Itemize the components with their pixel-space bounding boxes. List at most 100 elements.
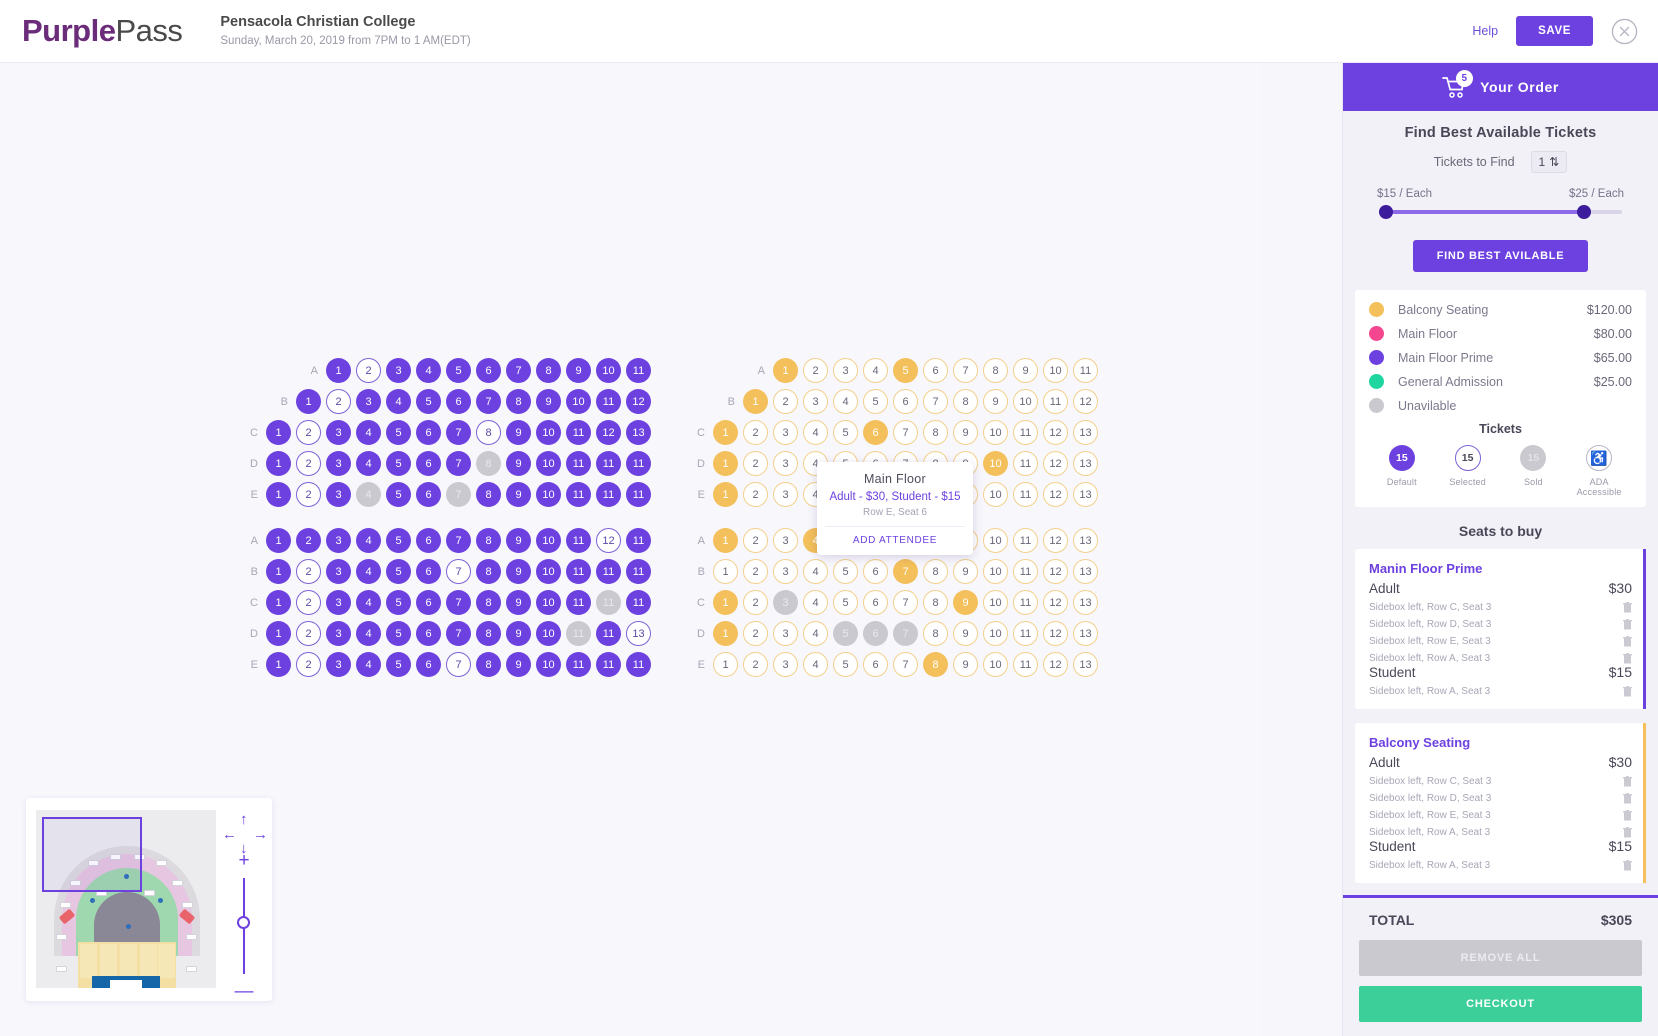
- seat[interactable]: 10: [536, 590, 561, 615]
- seat[interactable]: 7: [893, 420, 918, 445]
- pan-arrows-icon[interactable]: ↑ ↓ ← →: [222, 812, 268, 856]
- seat[interactable]: 8: [536, 358, 561, 383]
- seat[interactable]: 9: [506, 652, 531, 677]
- seat[interactable]: 12: [1043, 652, 1068, 677]
- seat[interactable]: 2: [743, 621, 768, 646]
- tickets-to-find-stepper[interactable]: 1 ⇅: [1530, 151, 1568, 173]
- seat[interactable]: 10: [983, 621, 1008, 646]
- seat[interactable]: 2: [296, 482, 321, 507]
- seat[interactable]: 13: [1073, 621, 1098, 646]
- seat[interactable]: 12: [1043, 559, 1068, 584]
- seat[interactable]: 6: [476, 358, 501, 383]
- seat[interactable]: 7: [446, 590, 471, 615]
- seat[interactable]: 4: [416, 358, 441, 383]
- seat[interactable]: 1: [773, 358, 798, 383]
- seat[interactable]: 11: [566, 482, 591, 507]
- seat[interactable]: 8: [923, 621, 948, 646]
- seat[interactable]: 8: [476, 559, 501, 584]
- seat[interactable]: 11: [1013, 652, 1038, 677]
- seat[interactable]: 8: [923, 590, 948, 615]
- seat[interactable]: 1: [326, 358, 351, 383]
- seat[interactable]: 9: [506, 621, 531, 646]
- seat[interactable]: 9: [953, 621, 978, 646]
- seat[interactable]: 5: [833, 590, 858, 615]
- seat[interactable]: 7: [893, 652, 918, 677]
- seat[interactable]: 10: [536, 482, 561, 507]
- seat[interactable]: 12: [596, 528, 621, 553]
- seat[interactable]: 1: [713, 621, 738, 646]
- seat[interactable]: 11: [1013, 621, 1038, 646]
- seat[interactable]: 10: [1013, 389, 1038, 414]
- delete-seat-icon[interactable]: [1623, 619, 1632, 630]
- seat[interactable]: 8: [923, 559, 948, 584]
- zoom-slider-track[interactable]: [237, 878, 251, 974]
- seat[interactable]: 9: [506, 590, 531, 615]
- zoom-out-button[interactable]: —: [235, 982, 254, 1001]
- seat[interactable]: 3: [773, 482, 798, 507]
- seat[interactable]: 10: [983, 528, 1008, 553]
- seat[interactable]: 10: [983, 420, 1008, 445]
- seat[interactable]: 4: [356, 451, 381, 476]
- seat[interactable]: 6: [416, 528, 441, 553]
- seat[interactable]: 2: [296, 420, 321, 445]
- seat[interactable]: 6: [923, 358, 948, 383]
- seat[interactable]: 2: [296, 559, 321, 584]
- seat[interactable]: 1: [743, 389, 768, 414]
- seat[interactable]: 10: [983, 451, 1008, 476]
- seat[interactable]: 1: [296, 389, 321, 414]
- seat[interactable]: 3: [773, 420, 798, 445]
- seat[interactable]: 13: [626, 420, 651, 445]
- seat[interactable]: 11: [566, 528, 591, 553]
- seat[interactable]: 1: [266, 451, 291, 476]
- seat[interactable]: 13: [1073, 559, 1098, 584]
- seat[interactable]: 10: [536, 420, 561, 445]
- seat[interactable]: 11: [1013, 451, 1038, 476]
- seat[interactable]: 8: [476, 590, 501, 615]
- seat[interactable]: 7: [446, 528, 471, 553]
- seat[interactable]: 11: [626, 590, 651, 615]
- seat[interactable]: 1: [713, 420, 738, 445]
- seat[interactable]: 7: [446, 652, 471, 677]
- seat[interactable]: 6: [893, 389, 918, 414]
- seat[interactable]: 7: [446, 559, 471, 584]
- seat[interactable]: 2: [743, 559, 768, 584]
- seat[interactable]: 9: [983, 389, 1008, 414]
- seat[interactable]: 1: [266, 621, 291, 646]
- seat[interactable]: 10: [596, 358, 621, 383]
- seat[interactable]: 13: [1073, 451, 1098, 476]
- seat[interactable]: 12: [626, 389, 651, 414]
- seat[interactable]: 3: [773, 621, 798, 646]
- delete-seat-icon[interactable]: [1623, 653, 1632, 664]
- seat[interactable]: 6: [416, 420, 441, 445]
- seat[interactable]: 10: [536, 559, 561, 584]
- seat[interactable]: 3: [326, 420, 351, 445]
- seat[interactable]: 4: [803, 590, 828, 615]
- seat[interactable]: 10: [983, 559, 1008, 584]
- seat[interactable]: 12: [1043, 451, 1068, 476]
- seat[interactable]: 2: [743, 652, 768, 677]
- seat[interactable]: 9: [953, 559, 978, 584]
- seat[interactable]: 2: [326, 389, 351, 414]
- seat[interactable]: 11: [626, 528, 651, 553]
- minimap-viewport-handle[interactable]: [42, 817, 142, 892]
- seat-block-left-lower[interactable]: A 1 2 3 4 5 6 7 8 9 10 11 12 11 B 1 2 3 4 5 6 7 8 9 10 11 11 11 C 1 2 3…: [238, 525, 656, 680]
- price-range-slider[interactable]: [1379, 205, 1622, 219]
- seat[interactable]: 11: [566, 590, 591, 615]
- seat[interactable]: 11: [1043, 389, 1068, 414]
- seat[interactable]: 13: [1073, 590, 1098, 615]
- seat[interactable]: 3: [356, 389, 381, 414]
- seat[interactable]: 2: [356, 358, 381, 383]
- remove-all-button[interactable]: REMOVE ALL: [1359, 940, 1642, 976]
- seat[interactable]: 11: [566, 559, 591, 584]
- seat[interactable]: 6: [416, 621, 441, 646]
- seat[interactable]: 2: [773, 389, 798, 414]
- seat[interactable]: 9: [506, 482, 531, 507]
- seat[interactable]: 12: [1043, 482, 1068, 507]
- seat[interactable]: 6: [863, 652, 888, 677]
- seat[interactable]: 4: [356, 528, 381, 553]
- seat[interactable]: 4: [386, 389, 411, 414]
- seat[interactable]: 7: [953, 358, 978, 383]
- seat[interactable]: 3: [326, 451, 351, 476]
- seat[interactable]: 3: [773, 652, 798, 677]
- delete-seat-icon[interactable]: [1623, 810, 1632, 821]
